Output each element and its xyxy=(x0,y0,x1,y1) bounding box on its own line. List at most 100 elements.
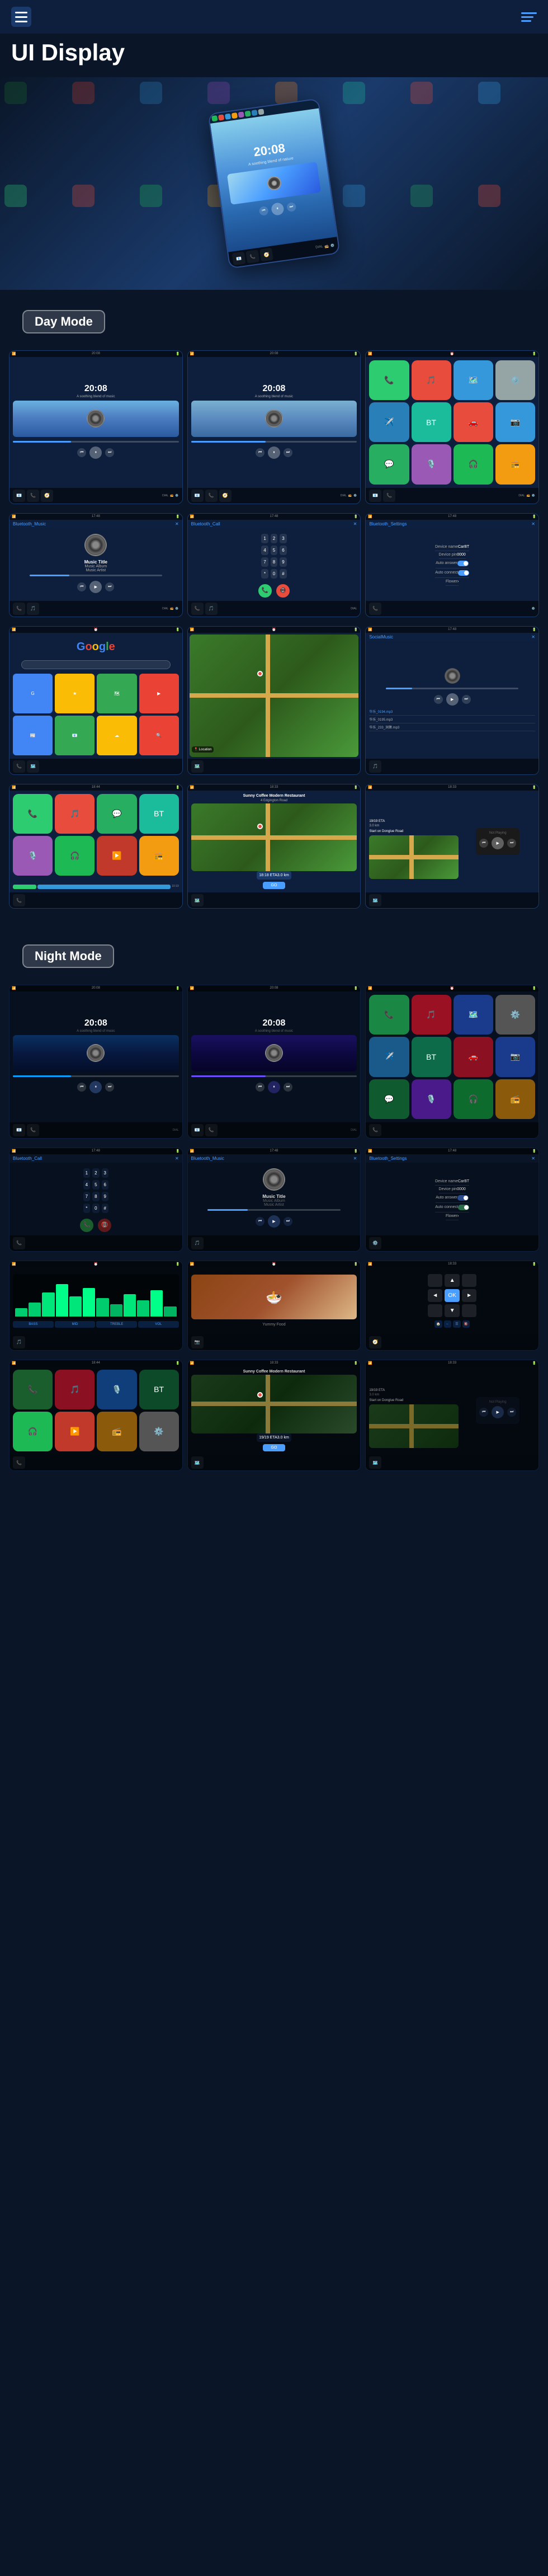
car-app-music[interactable]: 🎵 xyxy=(55,794,95,834)
night-key-8[interactable]: 8 xyxy=(92,1192,99,1201)
nav-menu-btn[interactable]: ☰ xyxy=(453,1320,460,1328)
eq-ctrl-4[interactable]: VOL xyxy=(138,1321,179,1328)
bt-key-5[interactable]: 5 xyxy=(271,546,277,555)
car-app-bt[interactable]: BT xyxy=(139,794,179,834)
app-icon-camera[interactable]: 📷 xyxy=(495,402,535,442)
np-play[interactable]: ▶ xyxy=(492,837,504,849)
bt-call-close[interactable]: ✕ xyxy=(353,521,357,527)
social-prev[interactable]: ⏮ xyxy=(434,695,443,704)
google-icon-6[interactable]: 📧 xyxy=(55,716,95,755)
night-bt-next[interactable]: ⏭ xyxy=(284,1217,292,1226)
car-app-radio[interactable]: 📻 xyxy=(139,836,179,876)
bt-key-7[interactable]: 7 xyxy=(261,557,268,567)
google-search-bar[interactable] xyxy=(21,660,171,669)
night-key-0[interactable]: 0 xyxy=(92,1204,99,1213)
night-play-2[interactable]: ⏸ xyxy=(268,1081,280,1093)
arrow-btn-ok[interactable]: OK xyxy=(445,1289,459,1302)
eq-ctrl-3[interactable]: TREBLE xyxy=(96,1321,137,1328)
bt-prev[interactable]: ⏮ xyxy=(77,582,86,591)
car-app-yt[interactable]: ▶️ xyxy=(97,836,136,876)
night-app-music[interactable]: 🎵 xyxy=(412,995,451,1035)
bt-key-hash[interactable]: # xyxy=(280,569,286,579)
menu-button[interactable] xyxy=(11,7,31,27)
night-car-settings[interactable]: ⚙️ xyxy=(139,1412,179,1451)
social-close[interactable]: ✕ xyxy=(531,634,535,640)
night-auto-connect-toggle[interactable] xyxy=(458,1205,469,1210)
night-key-5[interactable]: 5 xyxy=(92,1180,99,1190)
arrow-btn-right[interactable]: ► xyxy=(462,1289,476,1302)
night-key-4[interactable]: 4 xyxy=(83,1180,90,1190)
night-key-7[interactable]: 7 xyxy=(83,1192,90,1201)
night-bt-music-close[interactable]: ✕ xyxy=(353,1156,357,1161)
bt-key-1[interactable]: 1 xyxy=(261,534,268,543)
np-next[interactable]: ⏭ xyxy=(507,839,516,848)
play-btn-2[interactable]: ⏸ xyxy=(268,446,280,459)
app-icon-settings[interactable]: ⚙️ xyxy=(495,360,535,400)
google-icon-4[interactable]: ▶ xyxy=(139,674,179,713)
song-item-3[interactable]: 华乐_233_洞箫.mp3 xyxy=(369,723,535,731)
night-play-1[interactable]: ⏸ xyxy=(89,1081,102,1093)
bt-key-9[interactable]: 9 xyxy=(280,557,286,567)
night-bt-settings-close[interactable]: ✕ xyxy=(531,1156,535,1161)
bt-key-4[interactable]: 4 xyxy=(261,546,268,555)
next-btn-2[interactable]: ⏭ xyxy=(284,448,292,457)
night-key-star[interactable]: * xyxy=(83,1204,90,1213)
night-next-2[interactable]: ⏭ xyxy=(284,1083,292,1092)
night-key-9[interactable]: 9 xyxy=(102,1192,108,1201)
night-end-btn[interactable]: 📵 xyxy=(98,1219,111,1232)
night-car-bt[interactable]: BT xyxy=(139,1370,179,1409)
app-icon-car[interactable]: 🚗 xyxy=(453,402,493,442)
play-btn-1[interactable]: ⏸ xyxy=(89,446,102,459)
night-app-telegram[interactable]: ✈️ xyxy=(369,1037,409,1077)
end-call-btn[interactable]: 📵 xyxy=(276,584,290,598)
prev-btn-1[interactable]: ⏮ xyxy=(77,448,86,457)
night-car-yt[interactable]: ▶️ xyxy=(55,1412,95,1451)
app-icon-phone[interactable]: 📞 xyxy=(369,360,409,400)
night-key-2[interactable]: 2 xyxy=(92,1168,99,1178)
night-car-spotify[interactable]: 🎧 xyxy=(13,1412,53,1451)
night-app-pod[interactable]: 🎙️ xyxy=(412,1079,451,1119)
night-np-play[interactable]: ▶ xyxy=(492,1406,504,1418)
car-app-spotify[interactable]: 🎧 xyxy=(55,836,95,876)
night-app-camera[interactable]: 📷 xyxy=(495,1037,535,1077)
app-icon-bt[interactable]: BT xyxy=(412,402,451,442)
app-icon-msg[interactable]: 💬 xyxy=(369,444,409,484)
car-app-msg[interactable]: 💬 xyxy=(97,794,136,834)
night-np-prev[interactable]: ⏮ xyxy=(479,1408,488,1417)
night-auto-answer-toggle[interactable] xyxy=(457,1195,469,1201)
play-btn[interactable]: ⏸ xyxy=(271,202,285,216)
next-btn[interactable]: ⏭ xyxy=(286,202,296,212)
nav-go-btn[interactable]: GO xyxy=(263,882,285,889)
song-item-1[interactable]: 华乐_0194.mp3 xyxy=(369,708,535,716)
bt-play[interactable]: ▶ xyxy=(89,581,102,593)
night-prev-2[interactable]: ⏮ xyxy=(256,1083,264,1092)
bt-music-close[interactable]: ✕ xyxy=(175,521,179,527)
night-next-1[interactable]: ⏭ xyxy=(105,1083,114,1092)
bt-next[interactable]: ⏭ xyxy=(105,582,114,591)
night-bt-play[interactable]: ▶ xyxy=(268,1215,280,1228)
night-np-next[interactable]: ⏭ xyxy=(507,1408,516,1417)
social-next[interactable]: ⏭ xyxy=(462,695,471,704)
car-app-pod[interactable]: 🎙️ xyxy=(13,836,53,876)
next-btn-1[interactable]: ⏭ xyxy=(105,448,114,457)
night-key-1[interactable]: 1 xyxy=(83,1168,90,1178)
eq-ctrl-2[interactable]: MID xyxy=(55,1321,96,1328)
nav-home-btn[interactable]: 🏠 xyxy=(434,1320,442,1328)
bt-key-8[interactable]: 8 xyxy=(271,557,277,567)
nav-back-btn[interactable]: ← xyxy=(444,1320,451,1328)
night-go-btn[interactable]: GO xyxy=(263,1444,285,1451)
nav-mute-btn[interactable]: 🔇 xyxy=(462,1320,470,1328)
night-app-car[interactable]: 🚗 xyxy=(453,1037,493,1077)
bt-key-0[interactable]: 0 xyxy=(271,569,277,579)
arrow-btn-up[interactable]: ▲ xyxy=(445,1274,459,1287)
night-app-settings[interactable]: ⚙️ xyxy=(495,995,535,1035)
night-key-hash[interactable]: # xyxy=(102,1204,108,1213)
night-app-bt[interactable]: BT xyxy=(412,1037,451,1077)
car-app-phone[interactable]: 📞 xyxy=(13,794,53,834)
night-bt-call-close[interactable]: ✕ xyxy=(175,1156,179,1161)
night-key-6[interactable]: 6 xyxy=(102,1180,108,1190)
call-btn[interactable]: 📞 xyxy=(258,584,272,598)
app-icon-music[interactable]: 🎵 xyxy=(412,360,451,400)
google-icon-8[interactable]: 🔍 xyxy=(139,716,179,755)
bt-key-star[interactable]: * xyxy=(261,569,268,579)
